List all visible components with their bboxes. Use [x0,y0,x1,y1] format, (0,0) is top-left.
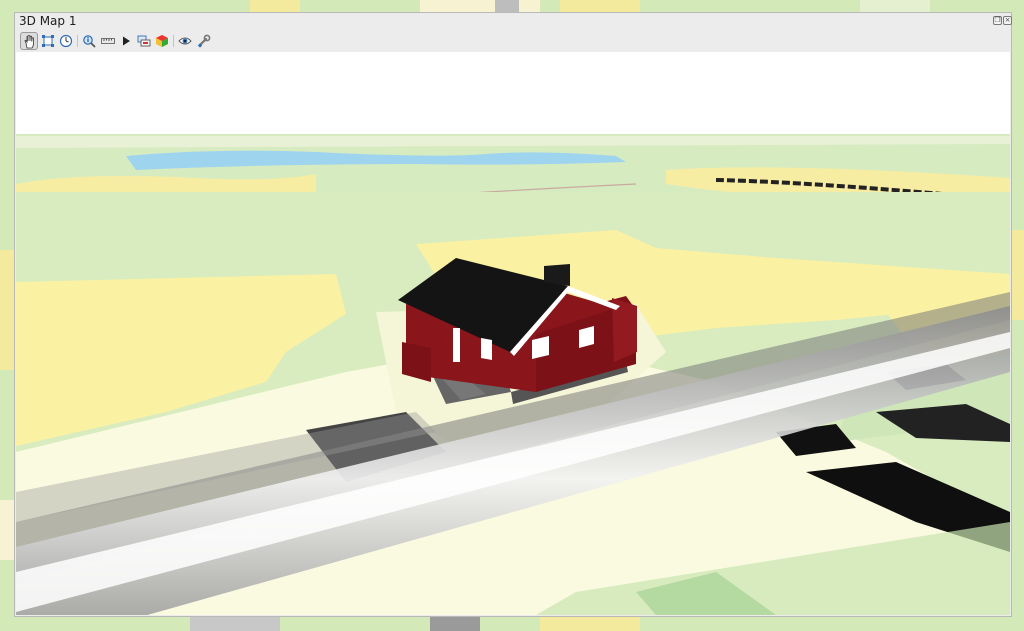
3d-map-canvas[interactable] [16,52,1010,615]
house-window [481,338,492,360]
title-bar[interactable]: 3D Map 1 ❐ × [15,13,1012,30]
measure-ruler-icon[interactable] [99,32,117,50]
window-title: 3D Map 1 [19,14,77,28]
house-window [532,336,549,359]
wrench-icon[interactable] [195,32,213,50]
3d-terrain-scene[interactable] [16,52,1010,615]
toolbar-separator [173,35,174,47]
compass-icon[interactable] [57,32,75,50]
3d-map-window: 3D Map 1 ❐ × [14,12,1012,617]
toolbar-separator [77,35,78,47]
export-layers-icon[interactable] [135,32,153,50]
restore-icon[interactable]: ❐ [993,16,1002,25]
sky [16,52,1010,134]
eye-icon[interactable] [176,32,194,50]
close-icon[interactable]: × [1003,16,1012,25]
identify-icon[interactable] [80,32,98,50]
map-themes-icon[interactable] [153,32,171,50]
house-door [453,328,460,362]
toolbar [17,31,1011,51]
hand-icon[interactable] [20,32,38,50]
zoom-full-icon[interactable] [39,32,57,50]
play-icon[interactable] [117,32,135,50]
